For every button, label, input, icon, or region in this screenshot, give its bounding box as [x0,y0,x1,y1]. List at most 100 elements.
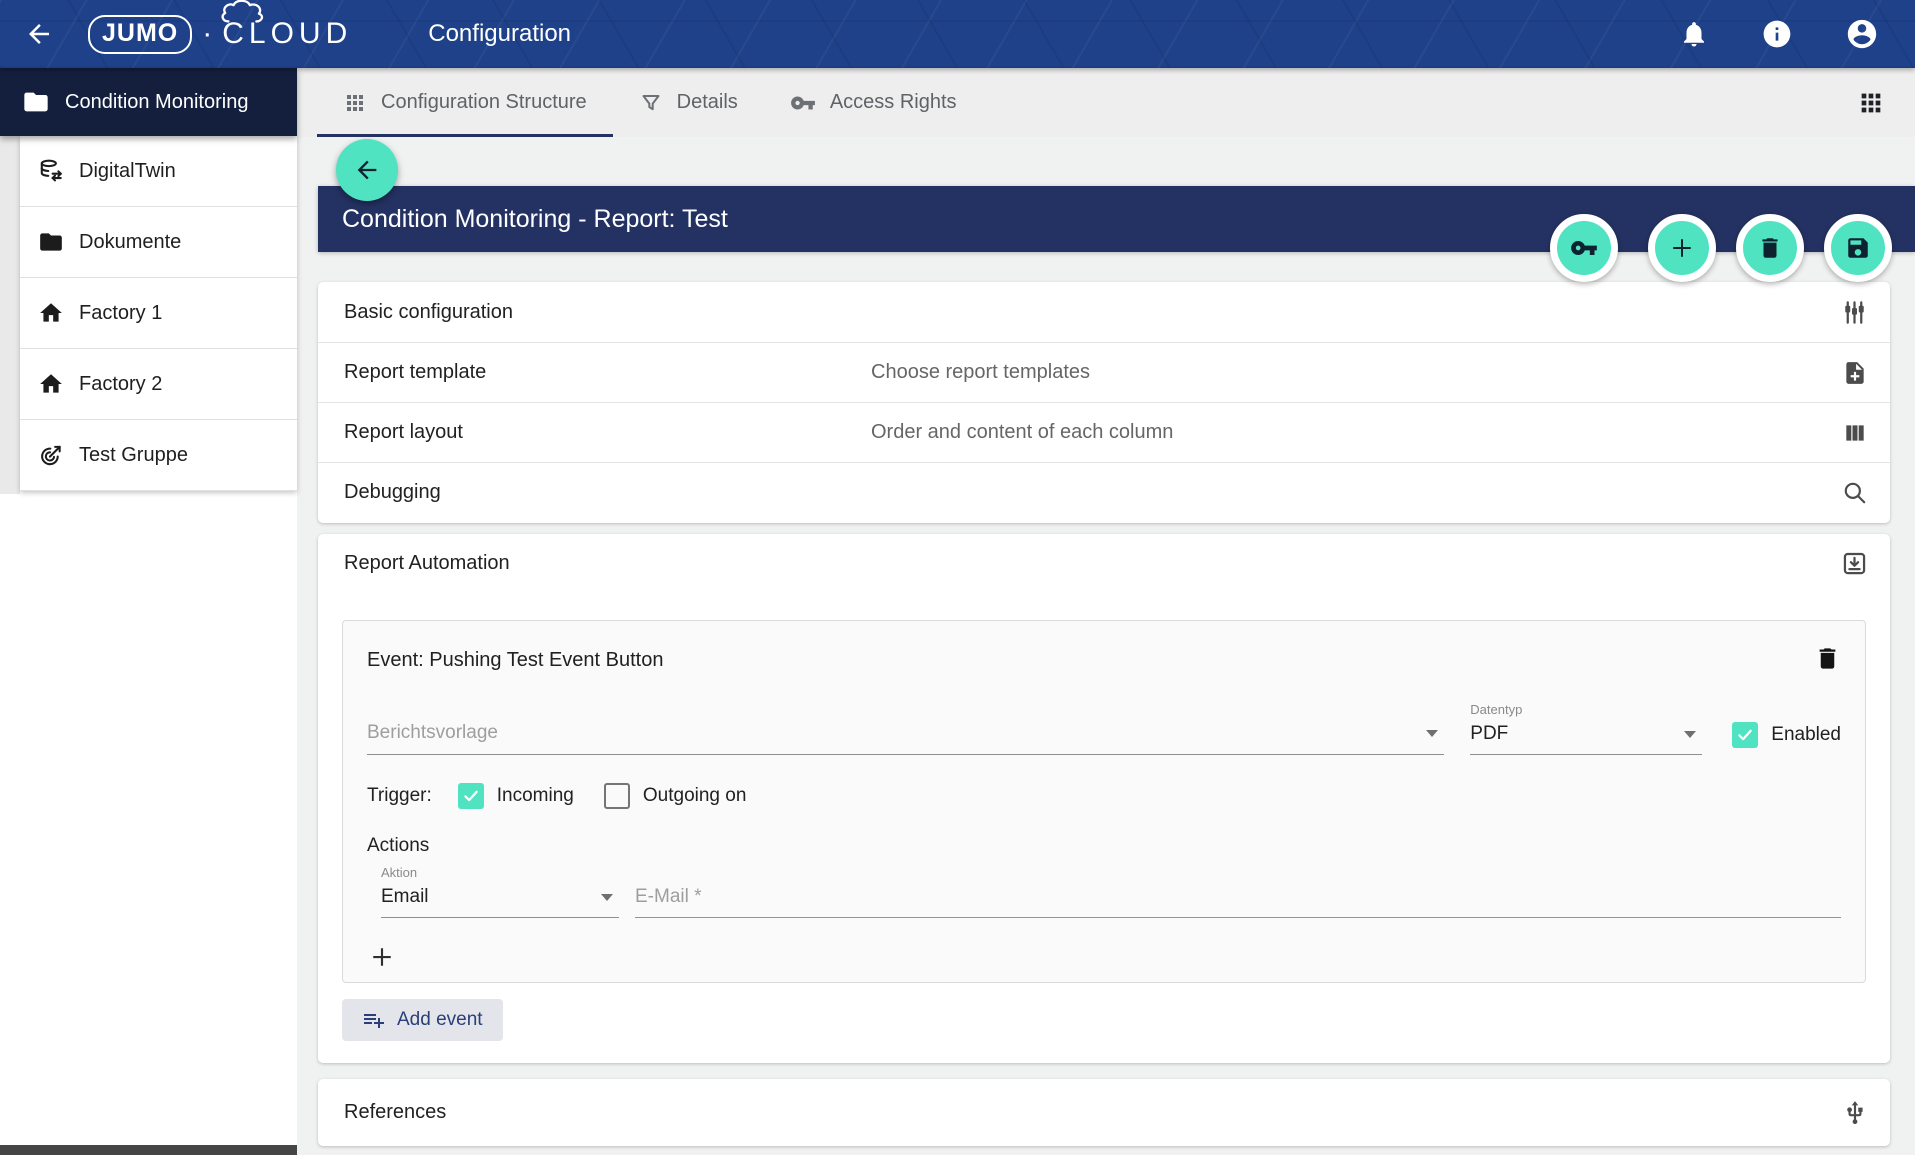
back-fab-button[interactable] [336,139,398,201]
section-title: Basic configuration [344,301,871,324]
search-icon[interactable] [1842,480,1868,506]
basic-configuration-row[interactable]: Basic configuration [318,282,1890,342]
sidebar-item-test-gruppe[interactable]: Test Gruppe [20,420,297,491]
report-layout-row[interactable]: Report layout Order and content of each … [318,402,1890,462]
usb-icon[interactable] [1842,1100,1868,1126]
tab-configuration-structure[interactable]: Configuration Structure [317,68,613,137]
download-box-icon[interactable] [1841,550,1868,577]
logo-product-name: CLOUD [222,17,352,51]
section-title: Report Automation [344,552,871,575]
sidebar: Condition Monitoring DigitalTwin Dokumen… [0,68,297,1155]
sidebar-item-label: Factory 1 [79,302,162,325]
email-field[interactable] [635,885,1841,918]
info-icon[interactable] [1761,18,1793,50]
checkbox-checked-icon[interactable] [458,783,484,809]
sidebar-item-label: Dokumente [79,231,181,254]
enabled-label: Enabled [1771,724,1841,746]
trigger-outgoing-checkbox[interactable]: Outgoing on [604,783,747,809]
save-fab-button[interactable] [1824,214,1892,282]
tab-label: Configuration Structure [381,91,587,114]
playlist-add-icon [362,1008,386,1032]
references-card: References [318,1079,1890,1146]
email-input[interactable] [635,886,1841,918]
berichtsvorlage-select[interactable]: Berichtsvorlage [367,722,1444,755]
cloud-icon [218,0,270,24]
trigger-label: Trigger: [367,785,432,807]
sidebar-scrollbar[interactable] [0,1145,297,1155]
sidebar-item-label: DigitalTwin [79,160,176,183]
back-arrow-icon[interactable] [24,19,54,49]
event-title: Event: Pushing Test Event Button [367,645,663,672]
report-automation-header-row[interactable]: Report Automation [318,534,1890,593]
add-action-button[interactable] [367,942,1841,972]
sidebar-indent-strip [0,136,20,494]
add-fab-button[interactable] [1648,214,1716,282]
sidebar-item-factory-2[interactable]: Factory 2 [20,349,297,420]
sidebar-item-label: Factory 2 [79,373,162,396]
checkbox-checked-icon[interactable] [1732,722,1758,748]
sidebar-item-label: Condition Monitoring [65,91,248,114]
access-key-fab-button[interactable] [1550,214,1618,282]
row-label: Report layout [344,421,871,444]
tune-icon[interactable] [1841,299,1868,326]
trigger-outgoing-label: Outgoing on [643,785,747,807]
row-description: Choose report templates [871,361,1842,384]
sidebar-item-digitaltwin[interactable]: DigitalTwin [20,136,297,207]
jumo-cloud-logo[interactable]: JUMO · CLOUD [88,15,352,54]
datentyp-select[interactable]: Datentyp PDF [1470,702,1702,755]
actions-title: Actions [367,835,1841,857]
checkbox-unchecked-icon[interactable] [604,783,630,809]
logo-separator: · [202,17,212,51]
sidebar-item-label: Test Gruppe [79,444,188,467]
digital-twin-icon [38,158,64,184]
page-title: Configuration [428,20,571,48]
notifications-bell-icon[interactable] [1679,19,1709,49]
view-column-icon[interactable] [1842,420,1868,446]
key-icon [1570,234,1598,262]
apps-grid-icon[interactable] [1857,89,1885,117]
row-label: Debugging [344,481,871,504]
trash-icon[interactable] [1814,645,1841,672]
save-icon [1845,235,1871,261]
sidebar-item-factory-1[interactable]: Factory 1 [20,278,297,349]
trigger-incoming-label: Incoming [497,785,574,807]
tab-access-rights[interactable]: Access Rights [764,68,983,137]
trash-icon [1757,235,1783,261]
enabled-checkbox-field[interactable]: Enabled [1732,722,1841,755]
arrow-left-icon [353,156,381,184]
folder-icon [22,88,50,116]
entity-header-title: Condition Monitoring - Report: Test [342,205,728,234]
row-description: Order and content of each column [871,421,1842,444]
references-row[interactable]: References [318,1079,1890,1146]
aktion-select[interactable]: Aktion Email [381,865,619,918]
top-app-bar: JUMO · CLOUD Configuration [0,0,1915,68]
datentyp-label: Datentyp [1470,702,1702,717]
tab-label: Access Rights [830,91,957,114]
account-icon[interactable] [1845,17,1879,51]
plus-icon [1667,233,1697,263]
tab-label: Details [677,91,738,114]
sidebar-item-dokumente[interactable]: Dokumente [20,207,297,278]
plus-icon [367,942,397,972]
home-icon [38,371,64,397]
report-automation-card: Report Automation Event: Pushing Test Ev… [318,534,1890,1063]
add-event-button[interactable]: Add event [342,999,503,1041]
folder-icon [38,229,64,255]
report-template-row[interactable]: Report template Choose report templates [318,342,1890,402]
target-icon [38,442,64,468]
debugging-row[interactable]: Debugging [318,462,1890,522]
section-title: References [344,1101,871,1124]
chevron-down-icon [1684,731,1696,738]
note-add-icon[interactable] [1842,360,1868,386]
tab-bar: Configuration Structure Details Access R… [297,68,1915,137]
basic-configuration-card: Basic configuration Report template Choo… [318,282,1890,523]
delete-fab-button[interactable] [1736,214,1804,282]
home-icon [38,300,64,326]
sidebar-item-condition-monitoring[interactable]: Condition Monitoring [0,68,297,136]
chevron-down-icon [1426,730,1438,737]
trigger-incoming-checkbox[interactable]: Incoming [458,783,574,809]
tab-details[interactable]: Details [613,68,764,137]
aktion-label: Aktion [381,865,619,880]
filter-icon [639,91,663,115]
datentyp-value: PDF [1470,723,1508,745]
